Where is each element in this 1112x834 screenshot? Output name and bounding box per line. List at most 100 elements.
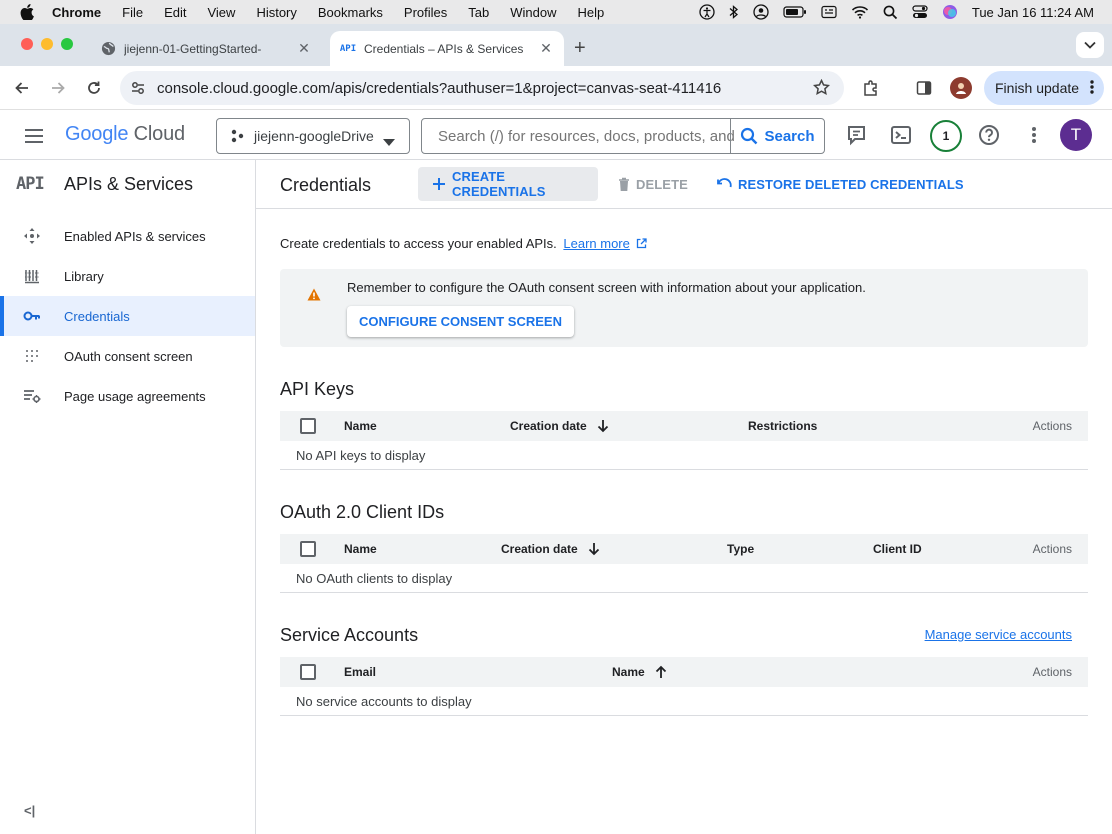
sidebar-item-oauth-consent[interactable]: OAuth consent screen <box>0 336 255 376</box>
tab-getting-started[interactable]: jiejenn-01-GettingStarted- ✕ <box>90 31 322 66</box>
menu-view[interactable]: View <box>207 5 235 20</box>
close-tab-icon[interactable]: ✕ <box>296 40 312 57</box>
menu-tab[interactable]: Tab <box>468 5 489 20</box>
user-circle-icon[interactable] <box>753 4 769 20</box>
select-all-checkbox[interactable] <box>300 411 316 441</box>
menu-file[interactable]: File <box>122 5 143 20</box>
bookmark-star-icon[interactable] <box>812 78 831 101</box>
manage-service-accounts-link[interactable]: Manage service accounts <box>925 627 1072 642</box>
finish-update-label: Finish update <box>995 80 1080 96</box>
sidebar-item-enabled-apis[interactable]: Enabled APIs & services <box>0 216 255 256</box>
column-restrictions[interactable]: Restrictions <box>748 411 817 441</box>
warning-message: Remember to configure the OAuth consent … <box>347 280 866 295</box>
api-icon: API <box>16 174 45 194</box>
create-credentials-button[interactable]: CREATE CREDENTIALS <box>418 167 598 201</box>
delete-button[interactable]: DELETE <box>618 167 688 201</box>
account-avatar[interactable]: T <box>1060 119 1092 151</box>
accessibility-icon[interactable] <box>699 4 715 20</box>
forward-icon[interactable] <box>48 78 68 98</box>
feedback-icon[interactable] <box>846 124 868 146</box>
new-tab-icon[interactable]: + <box>574 37 586 60</box>
menu-profiles[interactable]: Profiles <box>404 5 447 20</box>
undo-icon <box>716 178 732 190</box>
page-title: Credentials <box>280 175 372 195</box>
warning-icon <box>307 288 321 306</box>
select-all-checkbox[interactable] <box>300 657 316 687</box>
menu-app-name[interactable]: Chrome <box>52 5 101 20</box>
column-creation-date[interactable]: Creation date <box>510 411 609 441</box>
settings-list-icon <box>23 387 41 405</box>
help-icon[interactable] <box>978 124 1000 146</box>
restore-label: RESTORE DELETED CREDENTIALS <box>738 176 964 192</box>
wifi-icon[interactable] <box>851 5 869 19</box>
intro-text: Create credentials to access your enable… <box>280 236 557 251</box>
sort-descending-icon <box>597 419 609 433</box>
column-type[interactable]: Type <box>727 534 754 564</box>
url-text: console.cloud.google.com/apis/credential… <box>157 79 722 97</box>
column-name[interactable]: Name <box>344 411 377 441</box>
minimize-window-button[interactable] <box>41 38 53 50</box>
apple-icon[interactable] <box>20 4 38 20</box>
select-all-checkbox[interactable] <box>300 534 316 564</box>
reload-icon[interactable] <box>84 78 104 98</box>
profile-avatar[interactable] <box>950 77 972 99</box>
battery-icon[interactable] <box>783 5 807 19</box>
oauth-table: Name Creation date Type Client ID Action… <box>280 534 1088 593</box>
sidebar: API APIs & Services Enabled APIs & servi… <box>0 160 256 834</box>
column-name[interactable]: Name <box>612 657 667 687</box>
dots-grid-icon <box>23 347 41 365</box>
more-vert-icon[interactable] <box>1023 124 1045 146</box>
close-window-button[interactable] <box>21 38 33 50</box>
tab-search-icon[interactable] <box>1076 32 1104 58</box>
configure-consent-screen-button[interactable]: CONFIGURE CONSENT SCREEN <box>347 306 574 337</box>
column-client-id[interactable]: Client ID <box>873 534 922 564</box>
google-cloud-logo[interactable]: Google Cloud <box>65 123 185 146</box>
search-icon <box>741 127 758 145</box>
keyboard-icon[interactable] <box>821 5 837 19</box>
address-bar[interactable]: console.cloud.google.com/apis/credential… <box>120 71 844 105</box>
bluetooth-icon[interactable] <box>729 4 739 20</box>
sidebar-item-credentials[interactable]: Credentials <box>0 296 255 336</box>
sidebar-item-library[interactable]: Library <box>0 256 255 296</box>
column-creation-date[interactable]: Creation date <box>501 534 600 564</box>
table-header: Name Creation date Restrictions Actions <box>280 411 1088 441</box>
restore-deleted-credentials-button[interactable]: RESTORE DELETED CREDENTIALS <box>716 167 964 201</box>
menu-bookmarks[interactable]: Bookmarks <box>318 5 383 20</box>
search-button[interactable]: Search <box>730 119 824 153</box>
tab-credentials[interactable]: API Credentials – APIs & Services ✕ <box>330 31 564 66</box>
back-icon[interactable] <box>12 78 32 98</box>
tab-title: Credentials – APIs & Services <box>364 41 524 56</box>
close-tab-icon[interactable]: ✕ <box>538 40 554 57</box>
learn-more-link[interactable]: Learn more <box>563 236 629 251</box>
collapse-sidebar-icon[interactable]: <| <box>24 803 35 818</box>
column-name[interactable]: Name <box>344 534 377 564</box>
site-settings-icon[interactable] <box>130 80 146 101</box>
sidebar-item-label: Page usage agreements <box>64 388 206 404</box>
cloud-shell-icon[interactable] <box>890 124 912 146</box>
menu-edit[interactable]: Edit <box>164 5 186 20</box>
consent-warning-banner: Remember to configure the OAuth consent … <box>280 269 1088 347</box>
side-panel-icon[interactable] <box>914 78 934 98</box>
search-button-label: Search <box>764 127 815 145</box>
action-bar: Credentials CREATE CREDENTIALS DELETE RE… <box>256 160 1112 209</box>
extensions-icon[interactable] <box>861 78 881 98</box>
sidebar-title: APIs & Services <box>64 173 194 194</box>
hamburger-menu-icon[interactable] <box>23 125 45 147</box>
control-center-icon[interactable] <box>912 5 928 19</box>
finish-update-button[interactable]: Finish update <box>984 71 1104 105</box>
spotlight-search-icon[interactable] <box>883 5 898 20</box>
project-selector[interactable]: jiejenn-googleDrive <box>216 118 410 154</box>
more-vert-icon[interactable] <box>1090 79 1094 98</box>
notifications-badge[interactable]: 1 <box>930 120 962 152</box>
sidebar-item-page-usage[interactable]: Page usage agreements <box>0 376 255 416</box>
column-email[interactable]: Email <box>344 657 376 687</box>
zoom-window-button[interactable] <box>61 38 73 50</box>
search-input[interactable] <box>438 127 738 145</box>
menu-help[interactable]: Help <box>578 5 605 20</box>
sidebar-item-label: Library <box>64 268 104 284</box>
menu-window[interactable]: Window <box>510 5 556 20</box>
mac-menu-bar: Chrome File Edit View History Bookmarks … <box>0 0 1112 24</box>
clock[interactable]: Tue Jan 16 11:24 AM <box>972 5 1094 20</box>
menu-history[interactable]: History <box>256 5 296 20</box>
siri-icon[interactable] <box>942 4 958 20</box>
